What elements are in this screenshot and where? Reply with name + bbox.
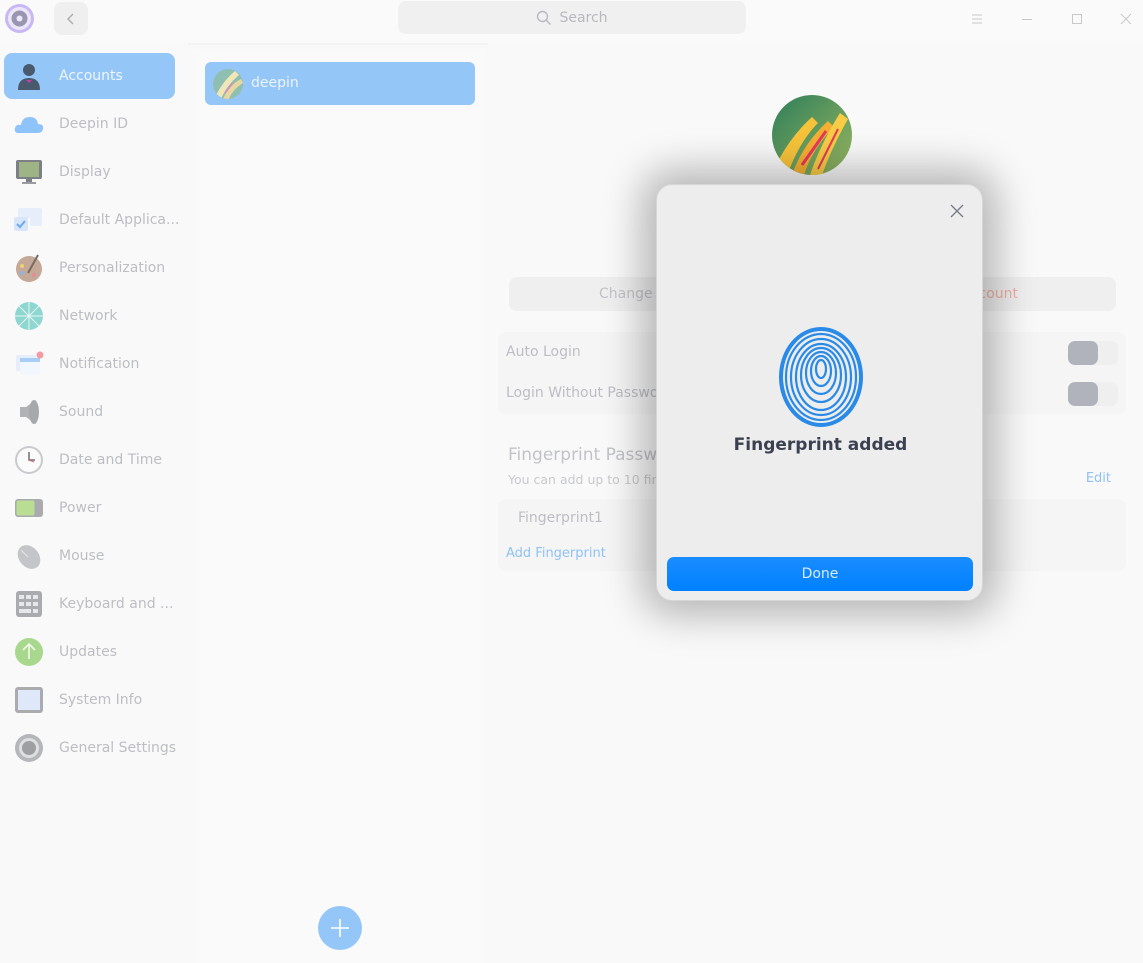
search-input[interactable]: Search: [398, 1, 746, 34]
login-without-password-label: Login Without Passwor: [506, 385, 665, 401]
close-icon: [950, 204, 964, 218]
plus-icon: [331, 919, 349, 937]
sidebar-item-accounts[interactable]: Accounts: [4, 53, 175, 99]
notification-icon: [16, 351, 44, 375]
menu-icon: [972, 14, 982, 24]
sidebar-item-label: Display: [59, 164, 111, 180]
keyboard-icon: [16, 591, 42, 617]
fingerprint-icon: [779, 327, 863, 427]
network-globe-icon: [15, 302, 43, 330]
account-avatar: [213, 69, 243, 99]
user-avatar-large[interactable]: [772, 95, 852, 175]
account-name: deepin: [251, 75, 299, 91]
sidebar-item-default-applications[interactable]: Default Applica...: [4, 197, 179, 243]
login-without-password-toggle[interactable]: [1068, 382, 1118, 406]
minimize-icon: [1022, 19, 1032, 20]
fingerprint-section-subtitle: You can add up to 10 fin: [508, 472, 660, 487]
chevron-left-icon: [67, 13, 74, 24]
sidebar-item-system-info[interactable]: System Info: [4, 677, 175, 723]
sidebar-item-label: Deepin ID: [59, 116, 129, 132]
palette-icon: [16, 254, 42, 282]
maximize-button[interactable]: [1067, 9, 1087, 29]
sidebar-item-label: Updates: [59, 644, 117, 660]
mouse-icon: [17, 545, 41, 569]
sidebar-item-updates[interactable]: Updates: [4, 629, 175, 675]
gear-icon: [15, 734, 43, 762]
back-button[interactable]: [54, 2, 88, 35]
sidebar: Accounts Deepin ID Display Default Appli…: [0, 43, 188, 963]
sidebar-item-deepin-id[interactable]: Deepin ID: [4, 101, 175, 147]
search-icon: [537, 10, 552, 25]
sidebar-item-label: Sound: [59, 404, 104, 420]
sidebar-item-personalization[interactable]: Personalization: [4, 245, 175, 291]
sidebar-item-label: Personalization: [59, 260, 166, 276]
sidebar-item-label: Notification: [59, 356, 140, 372]
sidebar-item-notification[interactable]: Notification: [4, 341, 175, 387]
sidebar-item-label: General Settings: [59, 740, 177, 756]
sidebar-item-network[interactable]: Network: [4, 293, 175, 339]
clock-icon: [15, 446, 43, 474]
sidebar-item-power[interactable]: Power: [4, 485, 175, 531]
sidebar-item-general-settings[interactable]: General Settings: [4, 725, 177, 771]
auto-login-label: Auto Login: [506, 344, 581, 360]
delete-account-button[interactable]: count: [979, 277, 1019, 311]
fingerprint-list-item[interactable]: Fingerprint1: [518, 510, 603, 526]
auto-login-toggle[interactable]: [1068, 341, 1118, 365]
sidebar-item-label: Mouse: [59, 548, 105, 564]
sidebar-item-mouse[interactable]: Mouse: [4, 533, 175, 579]
title-bar: Search: [0, 0, 1143, 43]
change-password-button[interactable]: Change: [599, 277, 653, 311]
dialog-title: Fingerprint added: [733, 435, 908, 455]
sidebar-item-date-and-time[interactable]: Date and Time: [4, 437, 175, 483]
cloud-icon: [14, 117, 44, 133]
minimize-button[interactable]: [1017, 9, 1037, 29]
default-apps-icon: [14, 208, 42, 231]
done-button[interactable]: Done: [667, 557, 973, 591]
sidebar-item-label: Accounts: [59, 68, 123, 84]
control-center-gear-icon: [4, 3, 35, 34]
add-account-button[interactable]: [318, 906, 362, 950]
sidebar-item-sound[interactable]: Sound: [4, 389, 175, 435]
sidebar-item-label: Power: [59, 500, 102, 516]
speaker-icon: [20, 400, 39, 424]
sidebar-item-display[interactable]: Display: [4, 149, 175, 195]
system-info-icon: [15, 687, 43, 713]
maximize-icon: [1072, 14, 1082, 24]
fingerprint-added-dialog: Fingerprint added Done: [656, 184, 983, 601]
fingerprint-section-title: Fingerprint Passw: [508, 445, 658, 465]
close-window-button[interactable]: [1116, 9, 1136, 29]
sidebar-item-label: Keyboard and ...: [59, 596, 174, 612]
account-list-item[interactable]: deepin: [205, 62, 475, 105]
dialog-close-button[interactable]: [946, 200, 968, 222]
accounts-list-panel: deepin: [193, 50, 486, 963]
sidebar-item-label: Default Applica...: [59, 212, 180, 228]
sidebar-item-label: System Info: [59, 692, 143, 708]
sidebar-item-label: Date and Time: [59, 452, 162, 468]
monitor-icon: [16, 160, 42, 184]
add-fingerprint-link[interactable]: Add Fingerprint: [506, 546, 606, 561]
close-icon: [1120, 13, 1132, 25]
update-arrow-icon: [15, 638, 43, 666]
fingerprint-edit-link[interactable]: Edit: [1086, 471, 1111, 486]
user-accounts-icon: [18, 64, 40, 90]
sidebar-item-label: Network: [59, 308, 118, 324]
sidebar-item-keyboard[interactable]: Keyboard and ...: [4, 581, 175, 627]
menu-button[interactable]: [967, 9, 987, 29]
search-placeholder: Search: [559, 9, 608, 26]
battery-icon: [15, 499, 43, 517]
